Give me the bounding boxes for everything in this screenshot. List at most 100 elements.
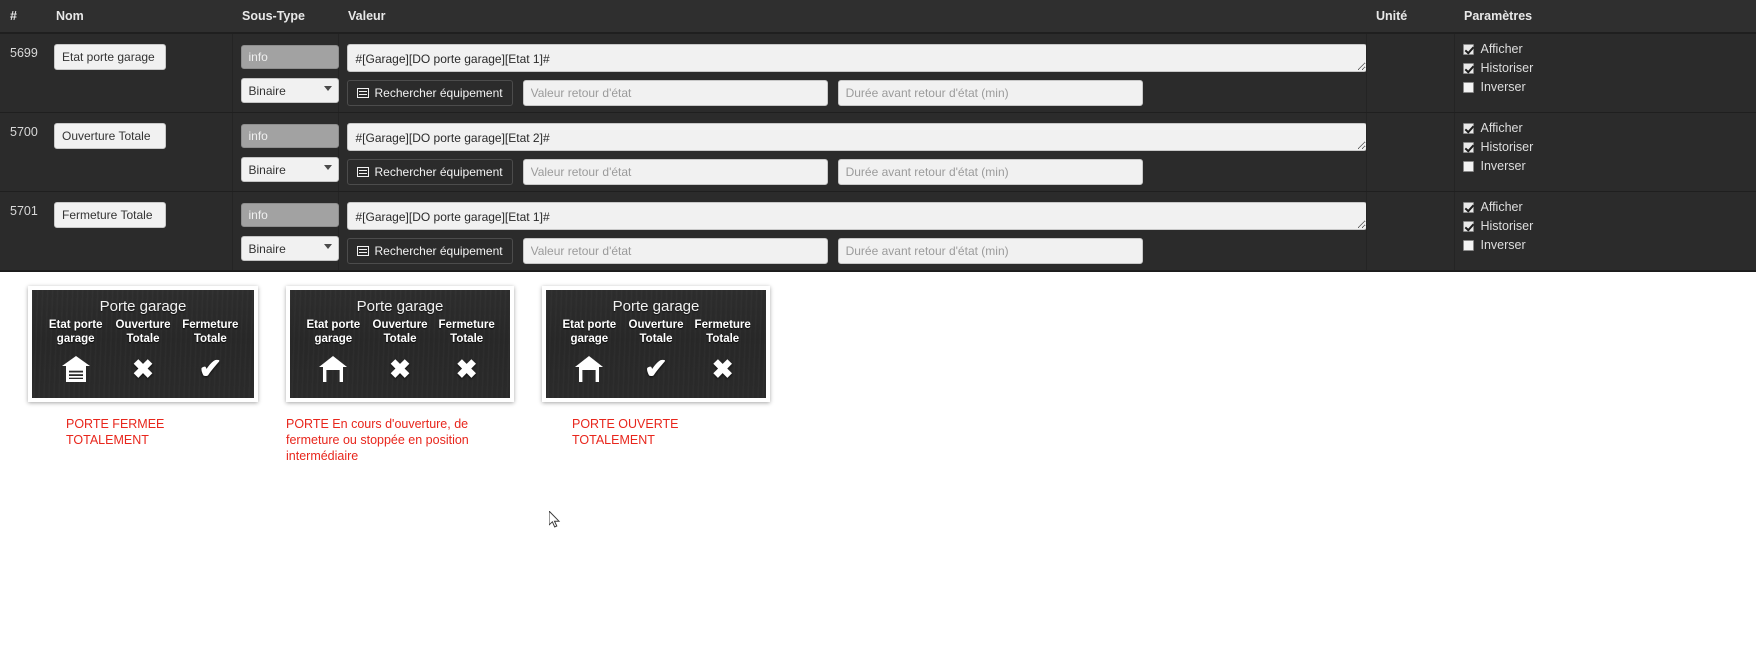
value-secondary-row: Rechercher équipement — [346, 238, 1360, 264]
state-return-value-input[interactable] — [522, 159, 828, 185]
column-header-nom: Nom — [46, 0, 232, 34]
param-historiser-label: Historiser — [1480, 140, 1534, 154]
search-equipment-label: Rechercher équipement — [374, 244, 503, 258]
command-name-input[interactable] — [54, 202, 166, 228]
param-inverser[interactable]: Inverser — [1462, 236, 1750, 254]
checkbox-inverser[interactable] — [1462, 160, 1474, 172]
column-header-unite: Unité — [1366, 0, 1454, 34]
checkbox-afficher[interactable] — [1462, 122, 1474, 134]
column-header-parametres: Paramètres — [1454, 0, 1756, 34]
checkbox-historiser[interactable] — [1462, 220, 1474, 232]
row-params-cell: Afficher Historiser Inverser — [1454, 191, 1756, 271]
row-value-cell: #[Garage][DO porte garage][Etat 1]# Rech… — [338, 33, 1367, 113]
column-header-id: # — [0, 0, 46, 34]
param-afficher[interactable]: Afficher — [1462, 40, 1750, 58]
subtype-select[interactable]: Binaire — [240, 157, 339, 182]
widget-commands-row: Etat porte garage Ouverture Totale ✖ Fer… — [42, 318, 244, 386]
widget-command-label: Etat porte garage — [306, 319, 361, 345]
state-return-value-input[interactable] — [522, 80, 828, 106]
search-equipment-label: Rechercher équipement — [374, 165, 503, 179]
param-historiser[interactable]: Historiser — [1462, 59, 1750, 77]
widget-command-label: Etat porte garage — [562, 319, 617, 345]
type-readonly-field — [240, 203, 339, 227]
search-equipment-button[interactable]: Rechercher équipement — [346, 159, 513, 185]
list-icon — [356, 167, 369, 177]
widget-title: Porte garage — [612, 298, 700, 315]
table-body: 5699 Binaire #[Garage][DO porte garage][… — [0, 33, 1756, 271]
param-afficher[interactable]: Afficher — [1462, 119, 1750, 137]
state-return-duration-input[interactable] — [837, 80, 1143, 106]
param-afficher[interactable]: Afficher — [1462, 198, 1750, 216]
cross-icon: ✖ — [433, 352, 500, 386]
cross-glyph: ✖ — [711, 354, 734, 384]
check-icon: ✔ — [177, 352, 244, 386]
checkbox-inverser[interactable] — [1462, 81, 1474, 93]
widget-title: Porte garage — [99, 298, 187, 315]
widget-command-ouverture[interactable]: Ouverture Totale ✖ — [109, 318, 176, 386]
widget-title: Porte garage — [356, 298, 444, 315]
widget-caption-3: PORTE OUVERTE TOTALEMENT — [572, 417, 679, 447]
table-row: 5700 Binaire #[Garage][DO porte garage][… — [0, 112, 1756, 192]
widget-command-etat[interactable]: Etat porte garage — [300, 318, 367, 386]
param-inverser[interactable]: Inverser — [1462, 157, 1750, 175]
command-name-input[interactable] — [54, 123, 166, 149]
search-equipment-label: Rechercher équipement — [374, 86, 503, 100]
widget-command-etat[interactable]: Etat porte garage — [42, 318, 109, 386]
param-historiser[interactable]: Historiser — [1462, 217, 1750, 235]
widget-command-etat[interactable]: Etat porte garage — [556, 318, 623, 386]
subtype-select[interactable]: Binaire — [240, 236, 339, 261]
row-value-cell: #[Garage][DO porte garage][Etat 1]# Rech… — [338, 191, 1367, 271]
widget-card-porte-garage-open[interactable]: Porte garage Etat porte garage Ouverture… — [542, 286, 770, 402]
checkbox-historiser[interactable] — [1462, 62, 1474, 74]
type-readonly-field — [240, 124, 339, 148]
search-equipment-button[interactable]: Rechercher équipement — [346, 238, 513, 264]
subtype-select-wrap[interactable]: Binaire — [240, 236, 339, 261]
garage-open-icon — [556, 352, 623, 386]
cross-glyph: ✖ — [132, 354, 154, 384]
row-name-cell — [46, 33, 233, 113]
widget-command-fermeture[interactable]: Fermeture Totale ✖ — [433, 318, 500, 386]
row-name-cell — [46, 112, 233, 192]
param-afficher-label: Afficher — [1480, 121, 1523, 135]
checkbox-afficher[interactable] — [1462, 201, 1474, 213]
param-historiser-label: Historiser — [1480, 61, 1534, 75]
check-glyph: ✔ — [644, 353, 668, 384]
widget-column-3: Porte garage Etat porte garage Ouverture… — [542, 286, 770, 448]
cross-icon: ✖ — [367, 352, 434, 386]
param-historiser[interactable]: Historiser — [1462, 138, 1750, 156]
row-id: 5699 — [0, 33, 46, 113]
widget-card-porte-garage-moving[interactable]: Porte garage Etat porte garage Ouverture… — [286, 286, 514, 402]
subtype-select-wrap[interactable]: Binaire — [240, 78, 339, 103]
state-return-duration-input[interactable] — [837, 238, 1143, 264]
command-value-textarea[interactable]: #[Garage][DO porte garage][Etat 1]# — [346, 44, 1367, 72]
checkbox-afficher[interactable] — [1462, 43, 1474, 55]
row-unit-cell — [1366, 33, 1455, 113]
widget-command-label: Etat porte garage — [48, 319, 103, 345]
widget-command-fermeture[interactable]: Fermeture Totale ✔ — [177, 318, 244, 386]
widget-commands-row: Etat porte garage Ouverture Totale — [300, 318, 500, 386]
search-equipment-button[interactable]: Rechercher équipement — [346, 80, 513, 106]
state-return-duration-input[interactable] — [837, 159, 1143, 185]
widget-card-porte-garage-closed[interactable]: Porte garage Etat porte garage Ouverture… — [28, 286, 258, 402]
widget-command-ouverture[interactable]: Ouverture Totale ✖ — [367, 318, 434, 386]
command-name-input[interactable] — [54, 44, 166, 70]
param-inverser[interactable]: Inverser — [1462, 78, 1750, 96]
column-header-valeur: Valeur — [338, 0, 1366, 34]
row-unit-cell — [1366, 112, 1455, 192]
checkbox-historiser[interactable] — [1462, 141, 1474, 153]
row-value-cell: #[Garage][DO porte garage][Etat 2]# Rech… — [338, 112, 1367, 192]
cross-glyph: ✖ — [389, 354, 411, 384]
widget-command-label: Fermeture Totale — [438, 319, 495, 345]
command-value-textarea[interactable]: #[Garage][DO porte garage][Etat 2]# — [346, 123, 1367, 151]
widget-command-ouverture[interactable]: Ouverture Totale ✔ — [623, 318, 690, 386]
widget-command-label: Ouverture Totale — [372, 319, 428, 345]
widget-command-fermeture[interactable]: Fermeture Totale ✖ — [689, 318, 756, 386]
checkbox-inverser[interactable] — [1462, 239, 1474, 251]
state-return-value-input[interactable] — [522, 238, 828, 264]
command-value-textarea[interactable]: #[Garage][DO porte garage][Etat 1]# — [346, 202, 1367, 230]
subtype-select-wrap[interactable]: Binaire — [240, 157, 339, 182]
row-subtype-cell: Binaire — [232, 112, 339, 192]
subtype-select[interactable]: Binaire — [240, 78, 339, 103]
value-secondary-row: Rechercher équipement — [346, 159, 1360, 185]
type-readonly-field — [240, 45, 339, 69]
